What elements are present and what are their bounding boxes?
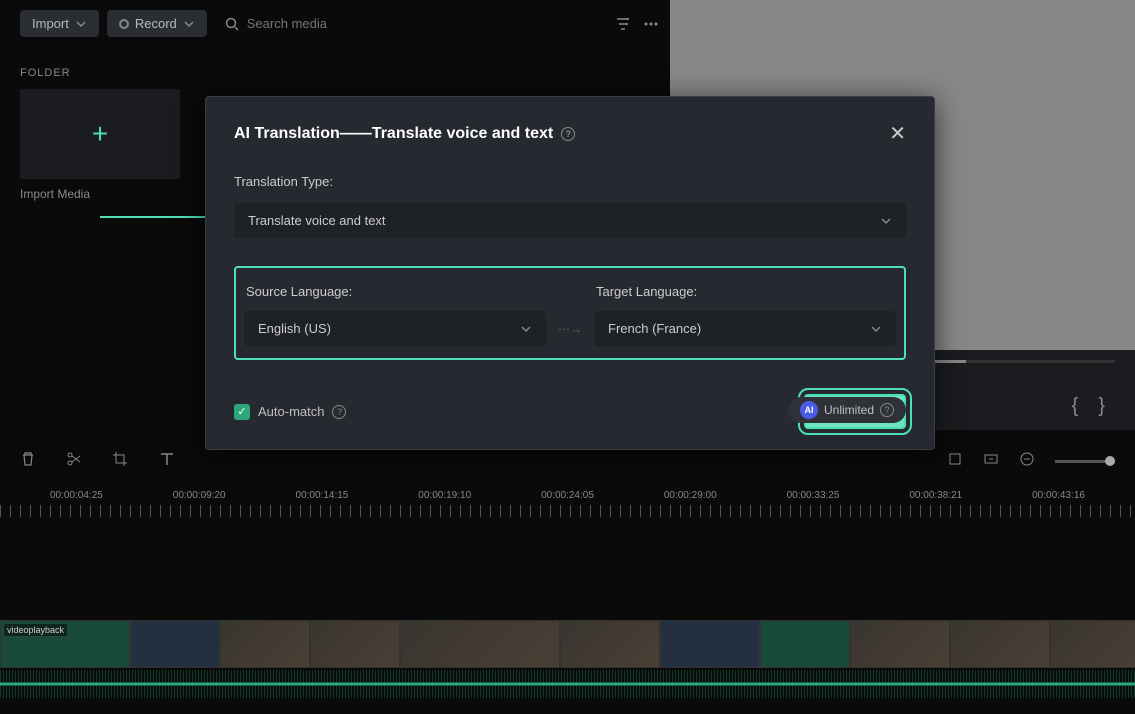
target-language-value: French (France) <box>608 321 701 336</box>
trash-icon[interactable] <box>20 451 36 472</box>
source-language-select[interactable]: English (US) <box>244 311 546 346</box>
source-language-value: English (US) <box>258 321 331 336</box>
timeline-clip[interactable] <box>310 620 400 668</box>
ruler-time-label: 00:00:09:20 <box>173 490 226 501</box>
ai-translation-modal: AI Translation——Translate voice and text… <box>205 96 935 450</box>
automatch-row[interactable]: ✓ Auto-match ? <box>234 404 346 420</box>
translation-type-select[interactable]: Translate voice and text <box>234 203 906 238</box>
ruler-time-label: 00:00:04:25 <box>50 490 103 501</box>
ai-badge-icon: AI <box>800 401 818 419</box>
timeline-ruler[interactable]: 00:00:04:25 00:00:09:20 00:00:14:15 00:00:1… <box>0 490 1135 530</box>
chevron-down-icon <box>870 323 882 335</box>
waveform <box>0 670 1135 698</box>
chevron-down-icon <box>75 18 87 30</box>
translation-type-value: Translate voice and text <box>248 213 386 228</box>
modal-title: AI Translation——Translate voice and text… <box>234 125 575 143</box>
help-icon[interactable]: ? <box>880 403 894 417</box>
ruler-time-label: 00:00:29:00 <box>664 490 717 501</box>
import-label: Import <box>32 16 69 31</box>
search-wrap <box>215 10 407 37</box>
timeline-clip[interactable] <box>400 620 560 668</box>
translation-type-label: Translation Type: <box>234 174 906 189</box>
ruler-time-label: 00:00:33:25 <box>787 490 840 501</box>
help-icon[interactable]: ? <box>332 405 346 419</box>
timeline-tool-row <box>0 450 1135 473</box>
unlimited-label: Unlimited <box>824 403 874 417</box>
unlimited-pill[interactable]: AI Unlimited ? <box>788 397 906 423</box>
import-media-tile[interactable]: + <box>20 89 180 179</box>
arrow-right-icon: ⋯→ <box>558 322 582 346</box>
chevron-down-icon <box>880 215 892 227</box>
ruler-time-label: 00:00:24:05 <box>541 490 594 501</box>
target-language-label: Target Language: <box>594 284 896 299</box>
plus-icon: + <box>92 118 108 150</box>
ruler-time-label: 00:00:14:15 <box>296 490 349 501</box>
language-selection-box: Source Language: English (US) ⋯→ Target … <box>234 266 906 360</box>
chevron-down-icon <box>183 18 195 30</box>
timeline-clip[interactable] <box>760 620 850 668</box>
record-button[interactable]: Record <box>107 10 207 37</box>
timeline-track[interactable] <box>0 620 1135 668</box>
timeline-clip[interactable] <box>950 620 1050 668</box>
filter-icon[interactable] <box>615 16 631 32</box>
target-language-select[interactable]: French (France) <box>594 311 896 346</box>
ruler-ticks <box>0 505 1135 517</box>
timeline-clip[interactable] <box>560 620 660 668</box>
automatch-checkbox[interactable]: ✓ <box>234 404 250 420</box>
timeline-clip[interactable] <box>660 620 760 668</box>
text-icon[interactable] <box>158 450 176 473</box>
clip-label: videoplayback <box>4 624 67 636</box>
record-label: Record <box>135 16 177 31</box>
source-language-label: Source Language: <box>244 284 546 299</box>
timeline-clip[interactable] <box>220 620 310 668</box>
import-button[interactable]: Import <box>20 10 99 37</box>
ruler-time-label: 00:00:38:21 <box>909 490 962 501</box>
timeline-clip[interactable] <box>850 620 950 668</box>
chevron-down-icon <box>520 323 532 335</box>
automatch-label: Auto-match <box>258 404 324 419</box>
timeline-clip[interactable] <box>1050 620 1135 668</box>
search-input[interactable] <box>247 16 397 31</box>
close-icon[interactable]: ✕ <box>889 121 906 146</box>
marker-icon[interactable] <box>947 451 963 472</box>
ruler-time-label: 00:00:19:10 <box>418 490 471 501</box>
fit-icon[interactable] <box>983 451 999 472</box>
crop-icon[interactable] <box>112 451 128 472</box>
ruler-time-label: 00:00:43:16 <box>1032 490 1085 501</box>
more-icon[interactable] <box>643 16 659 32</box>
help-icon[interactable]: ? <box>561 127 575 141</box>
scissors-icon[interactable] <box>66 451 82 472</box>
timeline-clip[interactable] <box>130 620 220 668</box>
zoom-out-icon[interactable] <box>1019 451 1035 472</box>
search-icon <box>225 17 239 31</box>
zoom-slider[interactable] <box>1055 460 1115 463</box>
record-icon <box>119 19 129 29</box>
brace-buttons[interactable]: {} <box>1072 395 1105 418</box>
